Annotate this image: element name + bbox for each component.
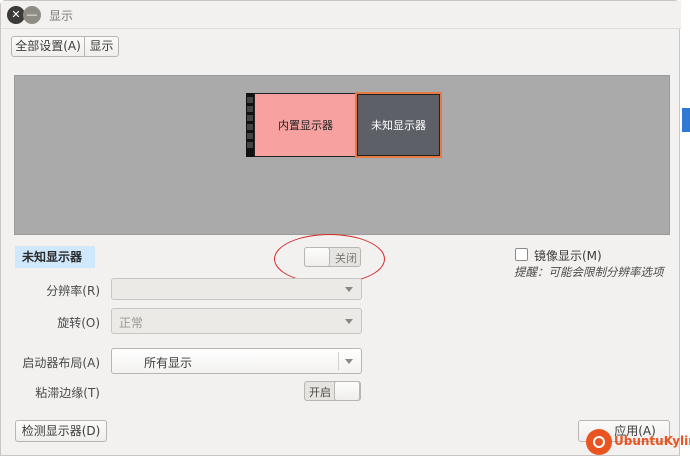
- rotation-label: 旋转(O): [57, 316, 100, 330]
- minimize-button[interactable]: —: [23, 6, 41, 24]
- monitor-unknown-label: 未知显示器: [371, 119, 426, 132]
- breadcrumb-display-button[interactable]: 显示: [84, 36, 119, 57]
- chevron-down-icon: [345, 287, 353, 292]
- launcher-item: [247, 133, 253, 139]
- monitor-unknown[interactable]: 未知显示器: [355, 92, 442, 158]
- launcher-item: [247, 115, 253, 121]
- chevron-down-icon: [345, 359, 353, 364]
- display-settings-window: ✕ — 显示 全部设置(A) 显示 内置显示器 未知显示器 未知显示器 关闭 镜…: [0, 0, 681, 456]
- switch-knob: [334, 381, 360, 401]
- rotation-select[interactable]: 正常: [111, 308, 362, 334]
- breadcrumb: 全部设置(A) 显示: [11, 36, 119, 57]
- close-icon: ✕: [11, 8, 21, 21]
- launcher-item: [247, 124, 253, 130]
- selected-monitor-name: 未知显示器: [15, 246, 95, 268]
- mirror-displays-label[interactable]: 镜像显示(M): [534, 247, 602, 264]
- launcher-strip: [246, 93, 254, 157]
- mirror-hint: 提醒：可能会限制分辨率选项: [514, 265, 664, 279]
- detect-displays-button[interactable]: 检测显示器(D): [15, 420, 107, 442]
- sticky-edges-label: 粘滞边缘(T): [35, 386, 100, 400]
- rotation-value: 正常: [119, 316, 144, 330]
- sticky-edges-switch[interactable]: 开启: [304, 381, 361, 401]
- monitor-arrangement-area[interactable]: 内置显示器 未知显示器: [14, 75, 670, 235]
- minimize-icon: —: [26, 8, 38, 21]
- launcher-item: [247, 106, 253, 112]
- monitor-builtin-label: 内置显示器: [278, 119, 333, 132]
- launcher-placement-select[interactable]: 所有显示: [111, 348, 362, 374]
- background-window: [680, 0, 690, 461]
- title-bar: ✕ — 显示: [1, 1, 681, 29]
- launcher-placement-value: 所有显示: [144, 356, 193, 370]
- resolution-select[interactable]: [111, 278, 362, 300]
- sticky-edges-state-label: 开启: [309, 386, 331, 399]
- ubuntukylin-logo-icon: [586, 429, 612, 455]
- resolution-label: 分辨率(R): [46, 284, 100, 298]
- all-settings-button[interactable]: 全部设置(A): [11, 36, 85, 57]
- watermark-text: UbuntuKylin: [614, 434, 690, 448]
- annotation-circle: [274, 234, 385, 284]
- ubuntukylin-watermark: UbuntuKylin: [582, 427, 690, 459]
- monitor-builtin[interactable]: 内置显示器: [254, 93, 357, 157]
- mirror-displays-checkbox[interactable]: [515, 248, 528, 261]
- chevron-down-icon: [345, 319, 353, 324]
- logo-ring: [593, 436, 605, 448]
- window-title: 显示: [49, 9, 74, 23]
- background-blue-strip: [682, 108, 690, 132]
- launcher-item: [247, 97, 253, 103]
- select-divider: [338, 352, 339, 370]
- launcher-placement-label: 启动器布局(A): [22, 356, 100, 370]
- launcher-item: [247, 142, 253, 148]
